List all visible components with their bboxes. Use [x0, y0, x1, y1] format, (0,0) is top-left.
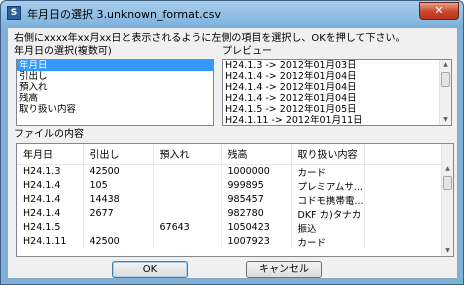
table-cell: カード: [291, 234, 365, 249]
column-header[interactable]: 引出し: [83, 144, 154, 165]
column-header[interactable]: 預入れ: [153, 144, 222, 165]
preview-scrollbar[interactable]: ▲ ▼: [439, 60, 451, 125]
table-cell: H24.1.4: [17, 206, 84, 221]
ok-button[interactable]: OK: [112, 261, 188, 278]
preview-item: H24.1.4 -> 2012年01月04日: [225, 71, 357, 82]
table-cell: 1007923: [221, 234, 292, 249]
preview-item: H24.1.4 -> 2012年01月04日: [225, 82, 357, 93]
table-cell: 42500: [83, 234, 154, 249]
table-cell: 2677: [83, 206, 154, 221]
table-cell: 985457: [221, 192, 292, 207]
table-cell: [153, 206, 222, 221]
column-header[interactable]: 年月日: [17, 144, 84, 165]
table-cell: 999895: [221, 178, 292, 193]
list-item-date[interactable]: 年月日: [17, 60, 213, 71]
date-select-label: 年月日の選択(複数可): [14, 46, 112, 57]
table-row[interactable]: H24.1.4 14438 985457 コドモ携帯電...: [17, 192, 444, 207]
table-cell: [83, 220, 154, 235]
table-cell: プレミアムサ...: [291, 178, 365, 193]
preview-listbox[interactable]: H24.1.3 -> 2012年01月03日 H24.1.4 -> 2012年0…: [222, 59, 452, 126]
table-cell: H24.1.11: [17, 234, 84, 249]
table-row[interactable]: H24.1.4 105 999895 プレミアムサ...: [17, 178, 444, 193]
table-row[interactable]: H24.1.3 42500 1000000 カード: [17, 164, 444, 179]
table-cell: 1050423: [221, 220, 292, 235]
list-item-description[interactable]: 取り扱い内容: [17, 104, 213, 115]
preview-label: プレビュー: [222, 46, 272, 57]
close-button[interactable]: ✕: [419, 2, 459, 20]
scroll-up-icon[interactable]: ▲: [442, 164, 453, 174]
table-cell: [153, 164, 222, 179]
table-cell: [153, 234, 222, 249]
instructions-text: 右側にxxxx年xx月xx日と表示されるように左側の項目を選択し、OKを押して下…: [14, 33, 406, 44]
table-cell: H24.1.5: [17, 220, 84, 235]
window-title: 年月日の選択 3.unknown_format.csv: [27, 8, 221, 21]
column-header-filler: [364, 144, 445, 165]
preview-item: H24.1.11 -> 2012年01月11日: [225, 115, 363, 126]
table-scrollbar[interactable]: ▲ ▼: [441, 144, 453, 256]
preview-item: H24.1.5 -> 2012年01月05日: [225, 104, 357, 115]
table-cell: 14438: [83, 192, 154, 207]
dialog-window: S 年月日の選択 3.unknown_format.csv ✕ 右側にxxxx年…: [0, 0, 464, 285]
table-cell: コドモ携帯電...: [291, 192, 365, 207]
table-cell: H24.1.4: [17, 178, 84, 193]
table-row[interactable]: H24.1.4 2677 982780 DKF カ)タナカ: [17, 206, 444, 221]
table-cell: 982780: [221, 206, 292, 221]
scroll-thumb[interactable]: [443, 176, 452, 190]
table-row[interactable]: H24.1.11 42500 1007923 カード: [17, 234, 444, 249]
scroll-thumb[interactable]: [441, 72, 450, 87]
table-header-row: 年月日 引出し 預入れ 残高 取り扱い内容: [17, 144, 445, 165]
table-row[interactable]: H24.1.5 67643 1050423 振込: [17, 220, 444, 235]
list-item-deposit[interactable]: 預入れ: [17, 82, 213, 93]
file-contents-table[interactable]: 年月日 引出し 預入れ 残高 取り扱い内容 H24.1.3 42500 1000…: [16, 143, 454, 257]
table-cell: カード: [291, 164, 365, 179]
table-cell: 42500: [83, 164, 154, 179]
table-cell: [153, 192, 222, 207]
table-cell: H24.1.3: [17, 164, 84, 179]
column-header[interactable]: 残高: [221, 144, 292, 165]
table-cell: 1000000: [221, 164, 292, 179]
preview-item: H24.1.3 -> 2012年01月03日: [225, 60, 357, 71]
table-cell: DKF カ)タナカ: [291, 206, 365, 221]
list-item-balance[interactable]: 残高: [17, 93, 213, 104]
table-cell: 67643: [153, 220, 222, 235]
table-cell: H24.1.4: [17, 192, 84, 207]
table-cell: 振込: [291, 220, 365, 235]
scroll-down-icon[interactable]: ▼: [440, 115, 451, 125]
cancel-button[interactable]: キャンセル: [246, 261, 322, 278]
list-item-withdrawal[interactable]: 引出し: [17, 71, 213, 82]
scroll-down-icon[interactable]: ▼: [442, 246, 453, 256]
table-cell: [153, 178, 222, 193]
scroll-up-icon[interactable]: ▲: [440, 60, 451, 70]
title-bar[interactable]: S 年月日の選択 3.unknown_format.csv ✕: [1, 1, 463, 25]
dialog-body: 右側にxxxx年xx月xx日と表示されるように左側の項目を選択し、OKを押して下…: [7, 27, 458, 279]
file-contents-label: ファイルの内容: [14, 129, 84, 140]
preview-item: H24.1.4 -> 2012年01月04日: [225, 93, 357, 104]
column-header[interactable]: 取り扱い内容: [291, 144, 365, 165]
table-cell: 105: [83, 178, 154, 193]
app-icon: S: [7, 6, 21, 20]
date-column-listbox[interactable]: 年月日 引出し 預入れ 残高 取り扱い内容: [16, 59, 214, 126]
